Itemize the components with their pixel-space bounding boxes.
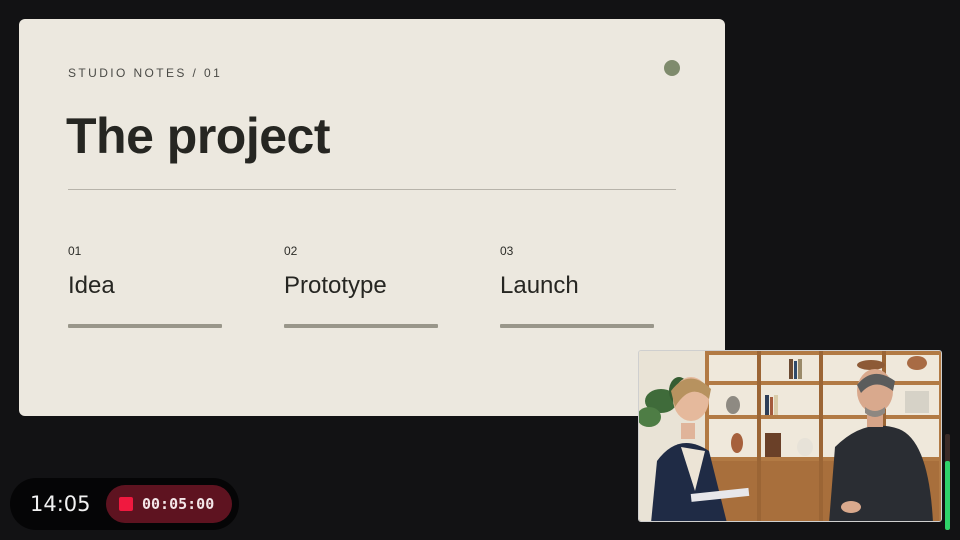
stop-recording-button[interactable]: 00:05:00 <box>106 485 232 523</box>
step-number: 03 <box>500 244 514 258</box>
recording-elapsed: 00:05:00 <box>142 495 215 513</box>
accent-dot-icon <box>664 60 680 76</box>
audio-level-fill <box>945 460 950 530</box>
video-scene <box>639 351 941 521</box>
step-label: Idea <box>68 272 115 299</box>
stop-record-icon <box>119 497 133 511</box>
step-bar <box>500 324 654 328</box>
step-launch: 03 Launch <box>500 244 654 328</box>
step-number: 02 <box>284 244 298 258</box>
slide-eyebrow: STUDIO NOTES / 01 <box>68 66 223 80</box>
audio-level-meter <box>945 434 950 530</box>
title-divider <box>68 189 676 190</box>
step-bar <box>68 324 222 328</box>
recording-controls: 14:05 00:05:00 <box>10 478 239 530</box>
current-time: 14:05 <box>30 492 91 516</box>
presentation-slide: STUDIO NOTES / 01 The project 01 Idea 02… <box>19 19 725 416</box>
step-bar <box>284 324 438 328</box>
step-prototype: 02 Prototype <box>284 244 438 328</box>
step-idea: 01 Idea <box>68 244 222 328</box>
slide-title: The project <box>66 108 330 164</box>
step-label: Launch <box>500 272 579 299</box>
step-label: Prototype <box>284 272 387 299</box>
participant-video-feed[interactable] <box>638 350 942 522</box>
step-number: 01 <box>68 244 82 258</box>
